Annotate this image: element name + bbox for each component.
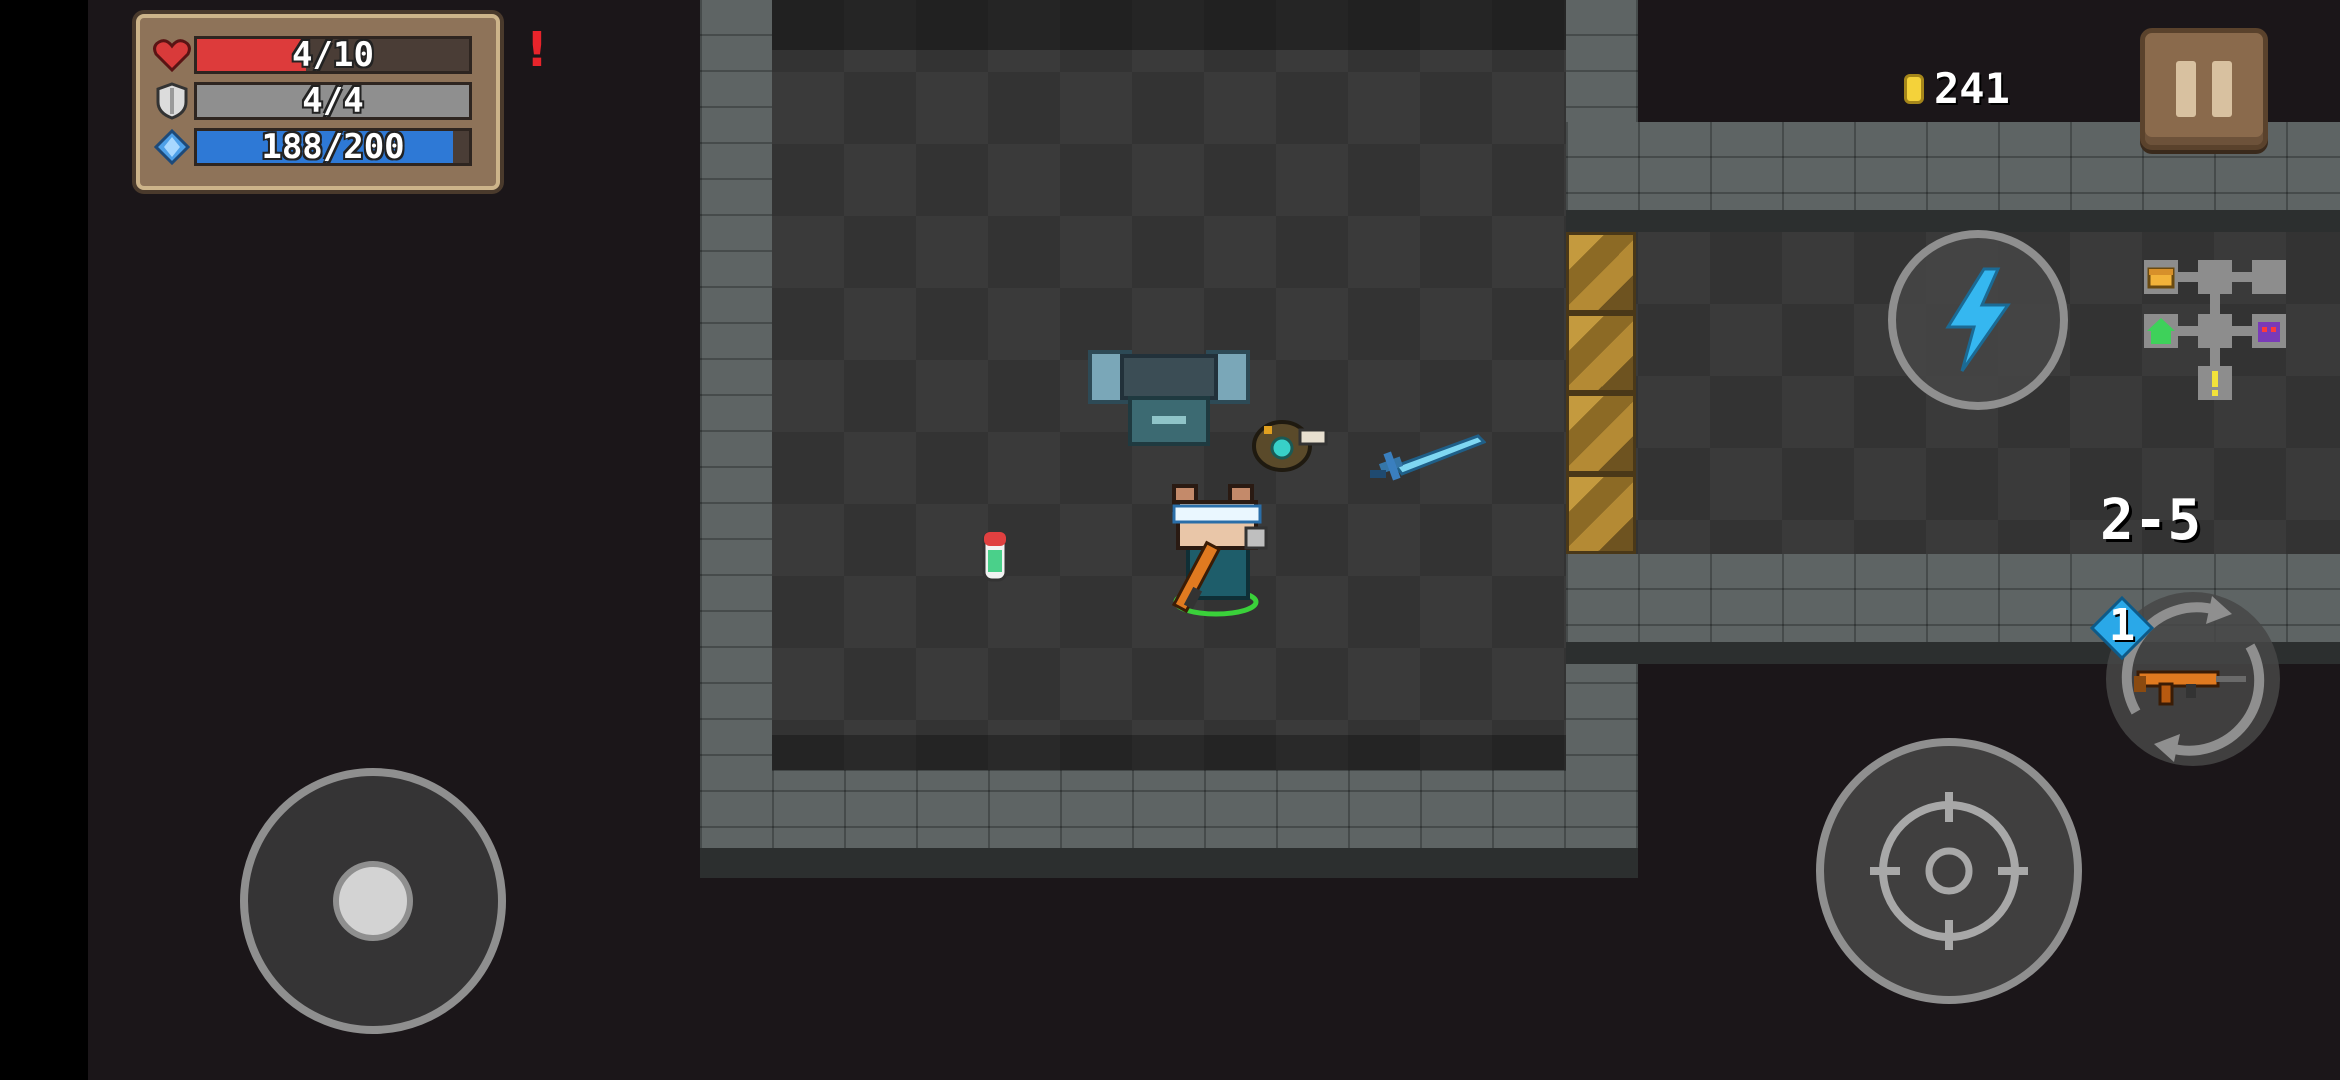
game-screen: 4/10 4/4 188/200 ! 241 2-5 1 — [0, 0, 2340, 1080]
health-value: 4/10 — [292, 35, 374, 75]
door-block — [1566, 232, 1636, 313]
weapon-slot-badge: 1 — [2089, 595, 2155, 661]
shield-icon — [150, 81, 194, 121]
exclamation-icon — [2212, 371, 2218, 396]
energy-capsule-item[interactable] — [978, 528, 1012, 584]
skill-button[interactable] — [1888, 230, 2068, 410]
minimap-link — [2178, 272, 2198, 282]
minimap-room-unexplored — [2198, 366, 2232, 400]
rifle-icon — [2134, 670, 2246, 706]
floor-shadow — [772, 735, 1566, 771]
health-row: 4/10 — [150, 32, 484, 78]
pause-icon — [2212, 61, 2232, 117]
coin-count: 241 — [1934, 64, 2010, 113]
minimap-link — [2178, 326, 2198, 336]
minimap-room-chest — [2144, 260, 2178, 294]
minimap-room-boss — [2252, 314, 2286, 348]
pause-button[interactable] — [2140, 28, 2268, 150]
treasure-chest[interactable] — [1086, 346, 1252, 450]
sword-item[interactable] — [1366, 430, 1486, 490]
attack-button[interactable] — [1816, 738, 2082, 1004]
armor-row: 4/4 — [150, 78, 484, 124]
door-block — [1566, 473, 1636, 554]
weapon-slot-number: 1 — [2108, 600, 2136, 651]
health-bar: 4/10 — [194, 35, 472, 75]
minimap-room — [2252, 260, 2286, 294]
coin-counter: 241 — [1904, 64, 2010, 113]
minimap-link — [2232, 326, 2252, 336]
minimap — [2140, 256, 2290, 406]
door-block — [1566, 312, 1636, 393]
energy-bar: 188/200 — [194, 127, 472, 167]
heart-icon — [150, 35, 194, 75]
chest-icon — [2147, 267, 2175, 289]
armor-value: 4/4 — [302, 81, 364, 121]
door-block — [1566, 393, 1636, 474]
compass-item[interactable] — [1246, 414, 1332, 476]
minimap-link — [2210, 294, 2220, 314]
minimap-room — [2198, 314, 2232, 348]
diamond-icon — [150, 127, 194, 167]
minimap-link — [2210, 348, 2220, 368]
door-barrier — [1566, 232, 1636, 554]
joystick-knob[interactable] — [333, 861, 413, 941]
boss-icon — [2258, 322, 2280, 342]
pause-icon — [2176, 61, 2196, 117]
status-panel: 4/10 4/4 188/200 — [136, 14, 500, 190]
coin-icon — [1904, 73, 1924, 104]
player-character — [1171, 484, 1268, 617]
alert-indicator: ! — [526, 22, 548, 78]
level-label: 2-5 — [2100, 488, 2202, 553]
minimap-room-current — [2144, 314, 2178, 348]
minimap-link — [2232, 272, 2252, 282]
lightning-icon — [1945, 267, 2011, 372]
energy-row: 188/200 — [150, 124, 484, 170]
armor-bar: 4/4 — [194, 81, 472, 121]
house-icon — [2147, 318, 2175, 344]
minimap-room — [2198, 260, 2232, 294]
energy-value: 188/200 — [261, 127, 405, 167]
crosshair-icon — [1870, 792, 2028, 950]
screen-edge — [0, 0, 88, 1080]
